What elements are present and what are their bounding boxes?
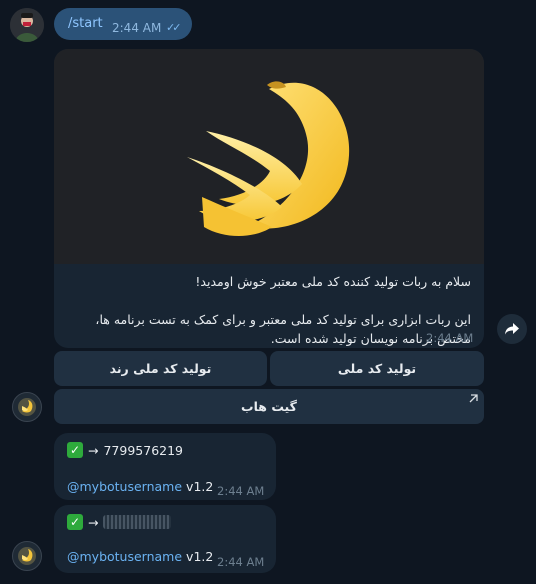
bot-mention-link[interactable]: @mybotusername [67, 479, 182, 494]
version-label: v1.2 [186, 549, 214, 564]
national-code[interactable]: 7799576219 [103, 443, 183, 458]
github-label: گیت هاب [241, 399, 297, 414]
arrow-text: → [88, 514, 99, 530]
read-checkmarks-icon: ✓✓ [166, 21, 182, 34]
bot-avatar[interactable] [12, 392, 42, 422]
generated-code-message-hidden[interactable]: ✓ → @mybotusername v1.2 2:44 AM [54, 505, 276, 573]
arrow-text: → [88, 442, 99, 458]
banana-icon [18, 398, 36, 416]
message-time: 2:44 AM [112, 21, 162, 35]
github-button[interactable]: گیت هاب [54, 389, 484, 424]
banana-image [54, 49, 484, 264]
check-mark-button-icon: ✓ [67, 442, 83, 458]
generate-code-button[interactable]: تولید کد ملی [270, 351, 484, 386]
bot-welcome-message[interactable]: سلام به ربات تولید کننده کد ملی معتبر خو… [54, 49, 484, 348]
bot-avatar[interactable] [12, 541, 42, 571]
description-text: این ربات ابزاری برای تولید کد ملی معتبر … [95, 312, 471, 346]
start-command-link[interactable]: /start [68, 16, 103, 31]
signature-line: @mybotusername v1.2 [67, 549, 213, 564]
check-mark-button-icon: ✓ [67, 514, 83, 530]
share-button[interactable] [497, 314, 527, 344]
generate-random-code-label: تولید کد ملی رند [109, 361, 212, 376]
external-link-icon [469, 394, 478, 403]
spoiler-hidden-code[interactable] [103, 515, 172, 529]
code-line: ✓ → 7799576219 [67, 442, 183, 458]
message-time: 2:44 AM [426, 331, 474, 345]
message-time: 2:44 AM [217, 555, 265, 569]
user-avatar[interactable] [10, 8, 44, 42]
code-line: ✓ → [67, 514, 172, 530]
welcome-text: سلام به ربات تولید کننده کد ملی معتبر خو… [66, 272, 471, 348]
message-time: 2:44 AM [217, 484, 265, 498]
bot-mention-link[interactable]: @mybotusername [67, 549, 182, 564]
welcome-line: سلام به ربات تولید کننده کد ملی معتبر خو… [195, 274, 471, 289]
generate-random-code-button[interactable]: تولید کد ملی رند [54, 351, 267, 386]
banana-icon [18, 547, 36, 565]
outgoing-message[interactable]: /start 2:44 AM ✓✓ [54, 8, 192, 40]
generate-code-label: تولید کد ملی [337, 361, 417, 376]
banana-icon [187, 81, 350, 236]
forward-arrow-icon [505, 323, 519, 335]
signature-line: @mybotusername v1.2 [67, 479, 213, 494]
generated-code-message[interactable]: ✓ → 7799576219 @mybotusername v1.2 2:44 … [54, 433, 276, 500]
version-label: v1.2 [186, 479, 214, 494]
